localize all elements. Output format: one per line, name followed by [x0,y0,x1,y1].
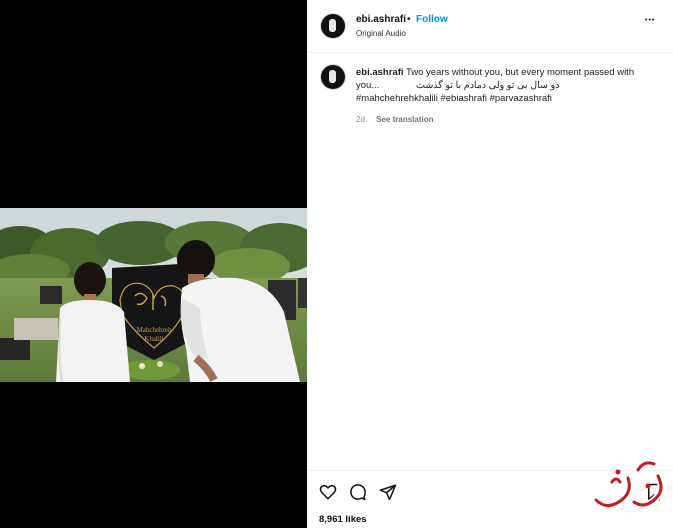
caption: ebi.ashrafi Two years without you, but e… [356,66,656,105]
avatar[interactable] [320,13,346,39]
see-translation-link[interactable]: See translation [376,115,433,124]
more-options-icon[interactable]: ••• [645,17,655,24]
follow-button[interactable]: Follow [416,14,448,25]
post-age: 2d [356,115,365,124]
post-side-panel: ebi.ashrafi • Follow Original Audio ••• … [307,0,673,528]
caption-meta: 2d See translation [356,115,434,124]
headstone-name-line2: Khalili [144,335,163,343]
watermark-logo [592,459,665,509]
post-photo: Mahchehreh Khalili [0,208,307,382]
caption-username[interactable]: ebi.ashrafi [356,67,404,78]
caption-text-fa: دو سال بی تو ولی دمادم با تو گذشت [416,80,560,91]
audio-label[interactable]: Original Audio [356,29,406,38]
headstone-name-line1: Mahchehreh [137,326,172,334]
post-media[interactable]: Mahchehreh Khalili [0,0,307,528]
likes-count[interactable]: 8,961 likes [319,514,367,525]
caption-avatar[interactable] [320,64,346,90]
username-link[interactable]: ebi.ashrafi [356,14,406,25]
caption-hashtags[interactable]: #mahchehrehkhalili #ebiashrafi #parvazas… [356,92,656,105]
share-icon[interactable] [379,483,397,501]
comment-icon[interactable] [349,483,367,501]
heart-icon[interactable] [319,483,337,501]
separator-dot: • [407,14,411,25]
post-header: ebi.ashrafi • Follow Original Audio ••• [307,0,673,53]
